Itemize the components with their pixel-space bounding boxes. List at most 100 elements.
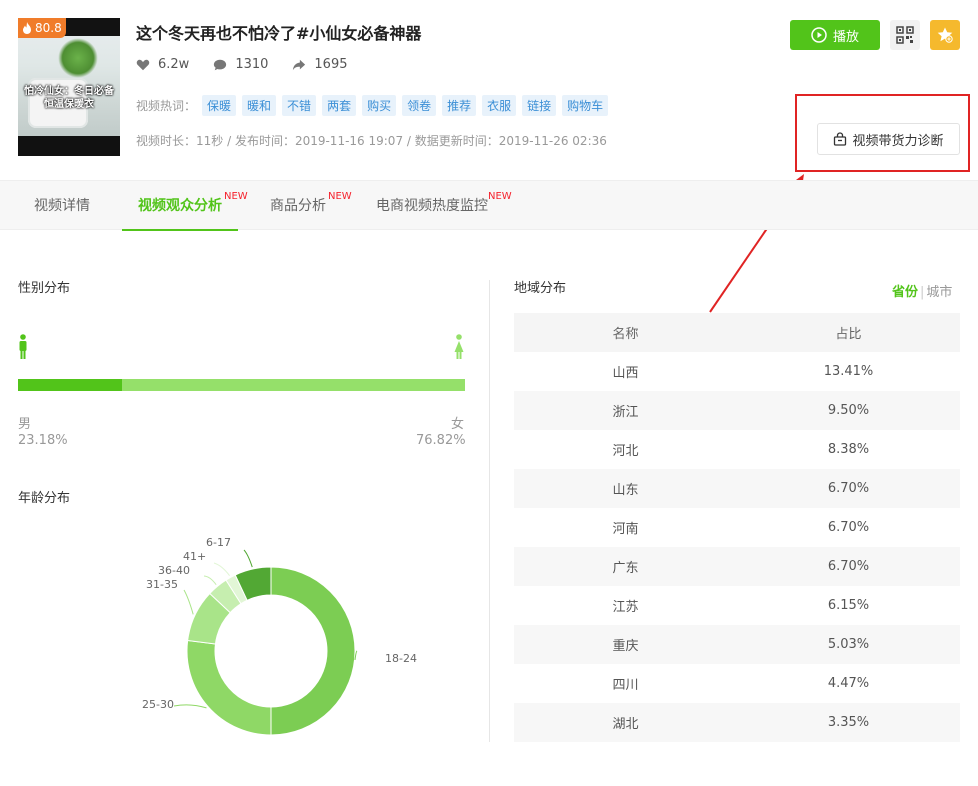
hot-word-tag[interactable]: 购买 (362, 95, 397, 116)
switch-separator: | (920, 285, 925, 300)
play-button[interactable]: 播放 (790, 20, 880, 50)
flame-icon (23, 22, 31, 34)
table-row: 山东 6.70% (514, 469, 960, 508)
region-name: 浙江 (612, 405, 639, 420)
age-leader-line (203, 575, 217, 586)
tab-label: 视频观众分析 (138, 198, 222, 214)
age-slice-25-30[interactable] (186, 639, 272, 736)
hot-word-tag[interactable]: 购物车 (562, 95, 609, 116)
thumbnail-caption-2: 恒温保暖衣 (44, 99, 94, 110)
male-percent: 23.18% (18, 433, 68, 448)
tab-product-analysis[interactable]: 商品分析 NEW (258, 181, 352, 231)
region-title: 地域分布 (514, 281, 567, 296)
qr-code-icon (896, 26, 914, 44)
region-name: 河南 (612, 522, 639, 537)
age-leader-line (173, 704, 207, 709)
table-header: 名称 占比 (514, 313, 960, 352)
qr-code-button[interactable] (890, 20, 920, 50)
comments-stat: 1310 (213, 57, 268, 72)
female-percent: 76.82% (416, 433, 466, 448)
age-label: 41+ (183, 550, 206, 563)
diagnose-label: 视频带货力诊断 (852, 133, 944, 149)
tab-label: 电商视频热度监控 (376, 198, 488, 214)
new-badge: NEW (328, 191, 352, 202)
shopping-bag-icon (834, 132, 847, 146)
shares-stat: 1695 (292, 57, 348, 72)
male-label: 男 (18, 417, 32, 432)
table-row: 河南 6.70% (514, 508, 960, 547)
table-row: 广东 6.70% (514, 547, 960, 586)
region-switch: 省份 | 城市 (892, 281, 952, 300)
age-label: 6-17 (206, 536, 231, 549)
share-icon (293, 59, 306, 70)
region-ratio: 13.41% (823, 364, 874, 379)
hot-word-tag[interactable]: 衣服 (482, 95, 517, 116)
gender-title: 性别分布 (18, 281, 71, 296)
region-ratio: 6.70% (827, 559, 870, 574)
section-divider (489, 280, 490, 742)
hot-score-badge: 80.8 (18, 18, 66, 38)
region-ratio: 4.47% (827, 676, 870, 691)
play-icon (811, 27, 827, 43)
video-meta: 视频时长：11秒 / 发布时间：2019-11-16 19:07 / 数据更新时… (136, 134, 607, 148)
likes-stat: 6.2w (136, 57, 189, 72)
region-ratio: 8.38% (827, 442, 870, 457)
age-label: 31-35 (146, 578, 178, 591)
likes-count: 6.2w (158, 57, 190, 72)
video-title: 这个冬天再也不怕冷了#小仙女必备神器 (136, 24, 422, 43)
thumbnail-plant (58, 38, 98, 78)
hot-word-tag[interactable]: 推荐 (442, 95, 477, 116)
region-name: 山西 (612, 366, 639, 381)
age-leader-line (183, 589, 194, 615)
province-toggle[interactable]: 省份 (892, 285, 918, 300)
tab-label: 商品分析 (270, 198, 326, 214)
age-label: 25-30 (142, 698, 174, 711)
region-ratio: 6.70% (827, 481, 870, 496)
female-label: 女 (451, 417, 465, 432)
region-name: 湖北 (612, 717, 639, 732)
city-toggle[interactable]: 城市 (926, 285, 952, 300)
region-ratio: 3.35% (827, 715, 870, 730)
hot-word-tag[interactable]: 暖和 (242, 95, 277, 116)
age-label: 36-40 (158, 564, 190, 577)
age-leader-line (213, 562, 230, 576)
comment-icon (214, 59, 227, 70)
hot-word-tag[interactable]: 保暖 (202, 95, 237, 116)
hot-word-tag[interactable]: 不错 (282, 95, 317, 116)
region-name: 重庆 (612, 639, 639, 654)
region-ratio: 9.50% (827, 403, 870, 418)
tab-audience-analysis[interactable]: 视频观众分析 NEW (122, 181, 248, 231)
male-icon (19, 334, 27, 359)
region-ratio: 6.15% (827, 598, 870, 613)
hot-word-tag[interactable]: 链接 (522, 95, 557, 116)
tab-video-details[interactable]: 视频详情 (18, 181, 106, 231)
hot-word-tag[interactable]: 两套 (322, 95, 357, 116)
male-ratio-fill (18, 379, 122, 391)
tab-bar: 视频详情 视频观众分析 NEW 商品分析 NEW 电商视频热度监控 NEW (0, 180, 978, 231)
table-row: 湖北 3.35% (514, 703, 960, 742)
column-header-ratio: 占比 (835, 327, 862, 342)
tab-heat-monitor[interactable]: 电商视频热度监控 NEW (364, 181, 512, 231)
hot-words-label: 视频热词： (136, 99, 197, 113)
hot-score-value: 80.8 (35, 21, 62, 35)
hot-word-tag[interactable]: 领卷 (402, 95, 437, 116)
female-icon (454, 334, 464, 359)
new-badge: NEW (488, 191, 512, 202)
age-label: 18-24 (385, 652, 417, 665)
diagnose-button[interactable]: 视频带货力诊断 (817, 123, 960, 155)
region-name: 四川 (612, 678, 639, 693)
gender-ratio-bar (18, 379, 465, 391)
region-table: 名称 占比 山西 13.41% 浙江 9.50% 河北 8.38% 山东 6.70% 河南 6.7… (514, 313, 960, 742)
column-header-name: 名称 (612, 327, 639, 342)
video-thumbnail[interactable]: 怕冷仙女：冬日必备 恒温保暖衣 (18, 18, 120, 156)
age-slice-18-24[interactable] (270, 566, 356, 736)
region-name: 广东 (612, 561, 639, 576)
age-leader-line (243, 549, 253, 568)
comments-count: 1310 (235, 57, 269, 72)
tab-label: 视频详情 (34, 198, 90, 214)
table-row: 江苏 6.15% (514, 586, 960, 625)
region-ratio: 5.03% (827, 637, 870, 652)
favorite-button[interactable] (930, 20, 960, 50)
table-row: 浙江 9.50% (514, 391, 960, 430)
table-row: 河北 8.38% (514, 430, 960, 469)
